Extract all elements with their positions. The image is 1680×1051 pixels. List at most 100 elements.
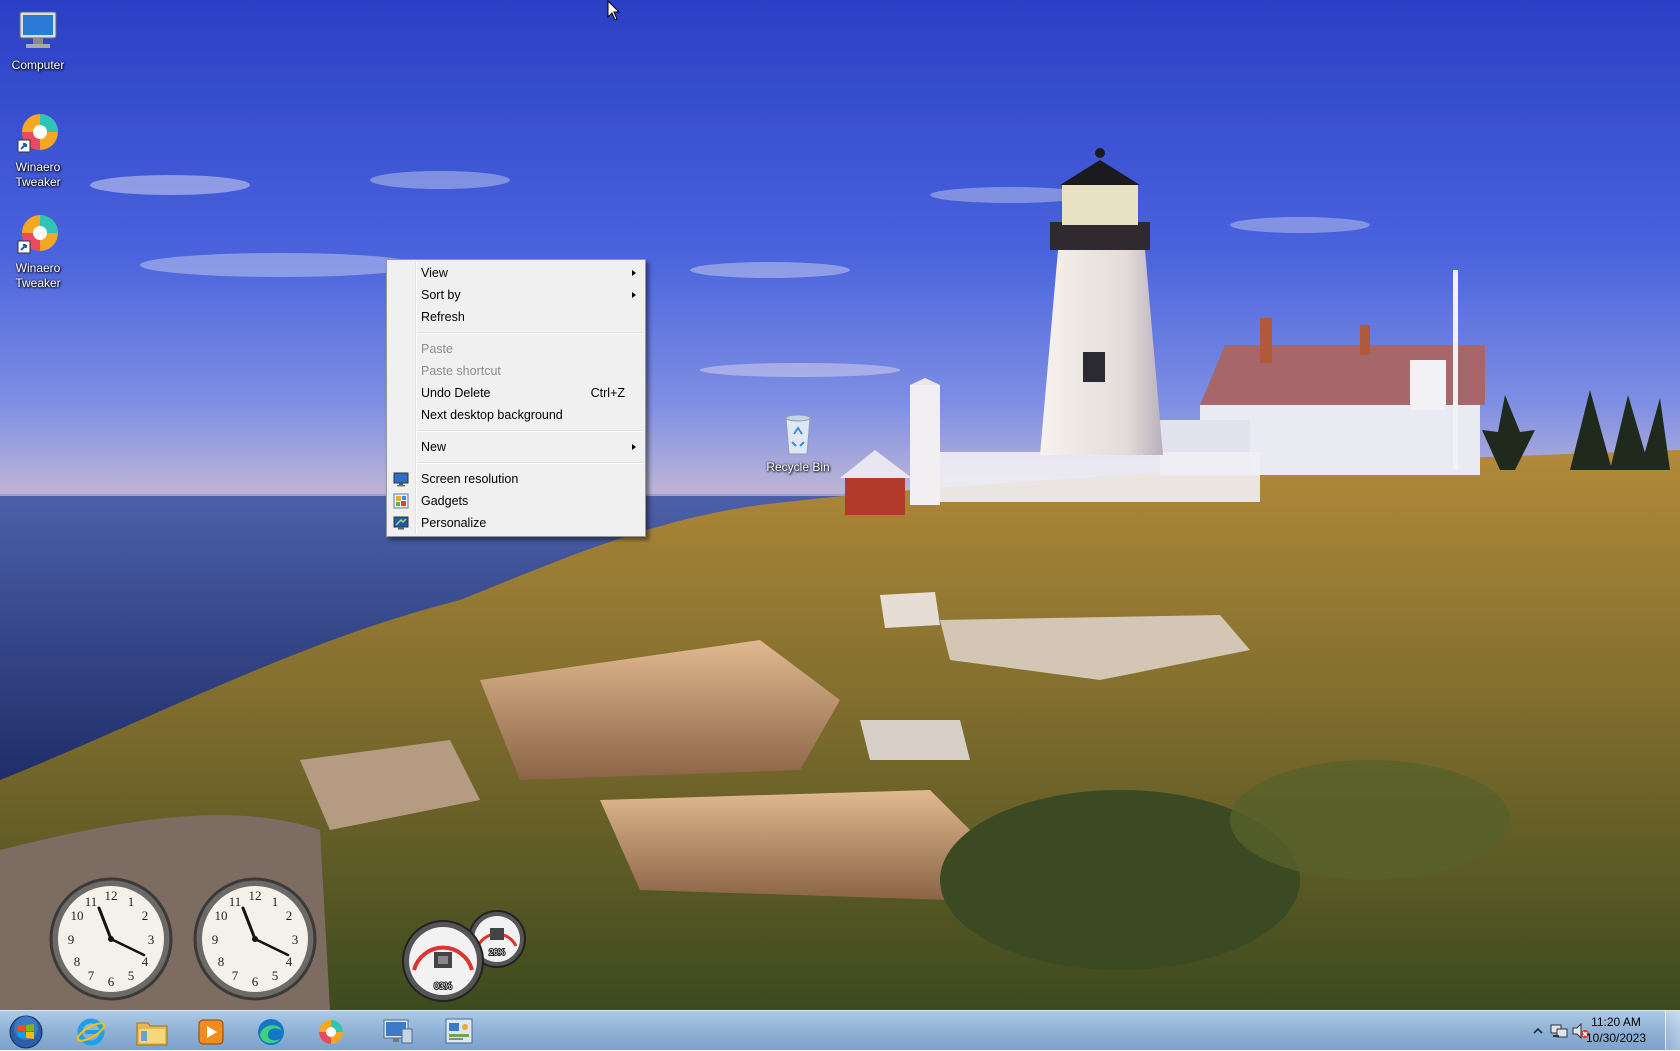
memory-percent: 26%	[489, 948, 505, 957]
submenu-arrow-icon	[632, 292, 636, 298]
taskbar-file-explorer[interactable]	[124, 1013, 178, 1049]
cpu-percent: 03%	[434, 981, 452, 991]
menu-item-label: Undo Delete	[421, 386, 491, 400]
desktop-icon-label: Computer	[11, 58, 65, 72]
network-icon[interactable]	[1550, 1023, 1568, 1039]
clock-time: 11:20 AM	[1591, 1015, 1641, 1029]
menu-separator	[417, 332, 643, 334]
clock-numeral: 9	[212, 932, 219, 947]
menu-item-label: Paste shortcut	[421, 364, 501, 378]
recycle-bin-icon	[774, 410, 822, 458]
winaero-tweaker-icon	[14, 110, 62, 158]
clock-numeral: 11	[229, 894, 242, 909]
submenu-arrow-icon	[632, 270, 636, 276]
menu-item-undo-delete[interactable]: Undo Delete Ctrl+Z	[387, 382, 645, 404]
media-player-icon	[198, 1019, 224, 1045]
menu-item-label: Next desktop background	[421, 408, 563, 422]
clock-numeral: 2	[142, 908, 149, 923]
desktop-icon-winaero-tweaker[interactable]: Winaero Tweaker	[0, 110, 80, 190]
clock-numeral: 7	[232, 968, 239, 983]
taskbar-media-player[interactable]	[184, 1013, 238, 1049]
menu-item-label: Refresh	[421, 310, 465, 324]
cpu-meter-gadget[interactable]: 26% 03%	[400, 906, 530, 1006]
gadgets-icon	[393, 493, 409, 509]
clock-numeral: 10	[215, 908, 228, 923]
clock-numeral: 2	[286, 908, 293, 923]
clock-numeral: 3	[148, 932, 155, 947]
clock-numeral: 3	[292, 932, 299, 947]
submenu-arrow-icon	[632, 444, 636, 450]
clock-gadget[interactable]: 12 1 2 3 4 5 6 7 8 9 10 11	[48, 876, 174, 1002]
menu-item-label: New	[421, 440, 447, 454]
taskbar-internet-explorer[interactable]	[64, 1013, 118, 1049]
start-orb-icon	[9, 1015, 43, 1049]
personalize-icon	[393, 516, 409, 530]
desktop-icon-recycle-bin[interactable]: Recycle Bin	[756, 410, 840, 475]
menu-item-label: Paste	[421, 342, 453, 356]
edge-icon	[258, 1019, 284, 1045]
menu-item-label: Sort by	[421, 288, 461, 302]
taskbar-control-panel[interactable]	[432, 1013, 486, 1049]
taskbar-winaero-tweaker[interactable]	[304, 1013, 358, 1049]
menu-item-paste: Paste	[387, 338, 645, 360]
menu-item-view[interactable]: View	[387, 262, 645, 284]
menu-item-label: Screen resolution	[421, 472, 519, 486]
internet-explorer-icon	[76, 1018, 106, 1046]
clock-gadget-2[interactable]: 12 1 2 3 4 5 6 7 8 9 10 11	[192, 876, 318, 1002]
menu-item-gadgets[interactable]: Gadgets	[387, 490, 645, 512]
menu-item-refresh[interactable]: Refresh	[387, 306, 645, 328]
desktop-icon-computer[interactable]: Computer	[0, 8, 80, 73]
desktop-context-menu: View Sort by Refresh Paste Paste shortcu…	[386, 259, 646, 537]
clock-numeral: 1	[272, 894, 279, 909]
clock-numeral: 6	[108, 974, 115, 989]
clock-numeral: 12	[249, 888, 262, 903]
winaero-tweaker-icon	[319, 1020, 343, 1044]
clock-numeral: 4	[142, 954, 149, 969]
clock-numeral: 5	[128, 968, 135, 983]
desktop-icon-label: Winaero Tweaker	[15, 261, 61, 290]
menu-item-label: View	[421, 266, 448, 280]
clock-numeral: 6	[252, 974, 259, 989]
menu-item-shortcut: Ctrl+Z	[590, 386, 625, 400]
clock-numeral: 8	[218, 954, 225, 969]
file-explorer-icon	[136, 1022, 168, 1046]
clock-numeral: 4	[286, 954, 293, 969]
control-panel-icon	[445, 1018, 473, 1044]
desktop-icon-label: Recycle Bin	[766, 460, 830, 474]
clock-numeral: 1	[128, 894, 135, 909]
clock-date: 10/30/2023	[1585, 1031, 1647, 1045]
clock-numeral: 12	[105, 888, 118, 903]
remote-desktop-icon	[383, 1019, 413, 1044]
menu-item-next-desktop-background[interactable]: Next desktop background	[387, 404, 645, 426]
clock-numeral: 9	[68, 932, 75, 947]
clock-numeral: 11	[85, 894, 98, 909]
mouse-pointer-icon	[607, 0, 621, 21]
menu-item-sort-by[interactable]: Sort by	[387, 284, 645, 306]
winaero-tweaker-icon	[14, 211, 62, 259]
clock-numeral: 8	[74, 954, 81, 969]
taskbar-edge[interactable]	[244, 1013, 298, 1049]
menu-item-new[interactable]: New	[387, 436, 645, 458]
menu-item-label: Personalize	[421, 516, 487, 530]
menu-item-screen-resolution[interactable]: Screen resolution	[387, 468, 645, 490]
start-button[interactable]	[0, 1013, 54, 1049]
desktop-icon-label: Winaero Tweaker	[15, 160, 61, 189]
menu-item-label: Gadgets	[421, 494, 469, 508]
menu-separator	[417, 462, 643, 464]
taskbar-remote-desktop[interactable]	[370, 1013, 424, 1049]
wallpaper-lighthouse	[0, 148, 1680, 1010]
show-desktop-button[interactable]	[1665, 1011, 1680, 1051]
menu-separator	[417, 430, 643, 432]
menu-item-personalize[interactable]: Personalize	[387, 512, 645, 534]
desktop-icon-winaero-tweaker-2[interactable]: Winaero Tweaker	[0, 211, 80, 291]
screen-resolution-icon	[393, 472, 409, 487]
clock-numeral: 5	[272, 968, 279, 983]
computer-icon	[14, 8, 62, 56]
desktop[interactable]: Computer Winaero Tweaker Winaero Tweaker…	[0, 0, 1680, 1010]
clock-numeral: 10	[71, 908, 84, 923]
taskbar-clock[interactable]: 11:20 AM 10/30/2023	[1576, 1014, 1656, 1046]
show-hidden-icons-icon[interactable]	[1532, 1025, 1544, 1037]
taskbar: 11:20 AM 10/30/2023	[0, 1010, 1680, 1051]
menu-item-paste-shortcut: Paste shortcut	[387, 360, 645, 382]
clock-numeral: 7	[88, 968, 95, 983]
